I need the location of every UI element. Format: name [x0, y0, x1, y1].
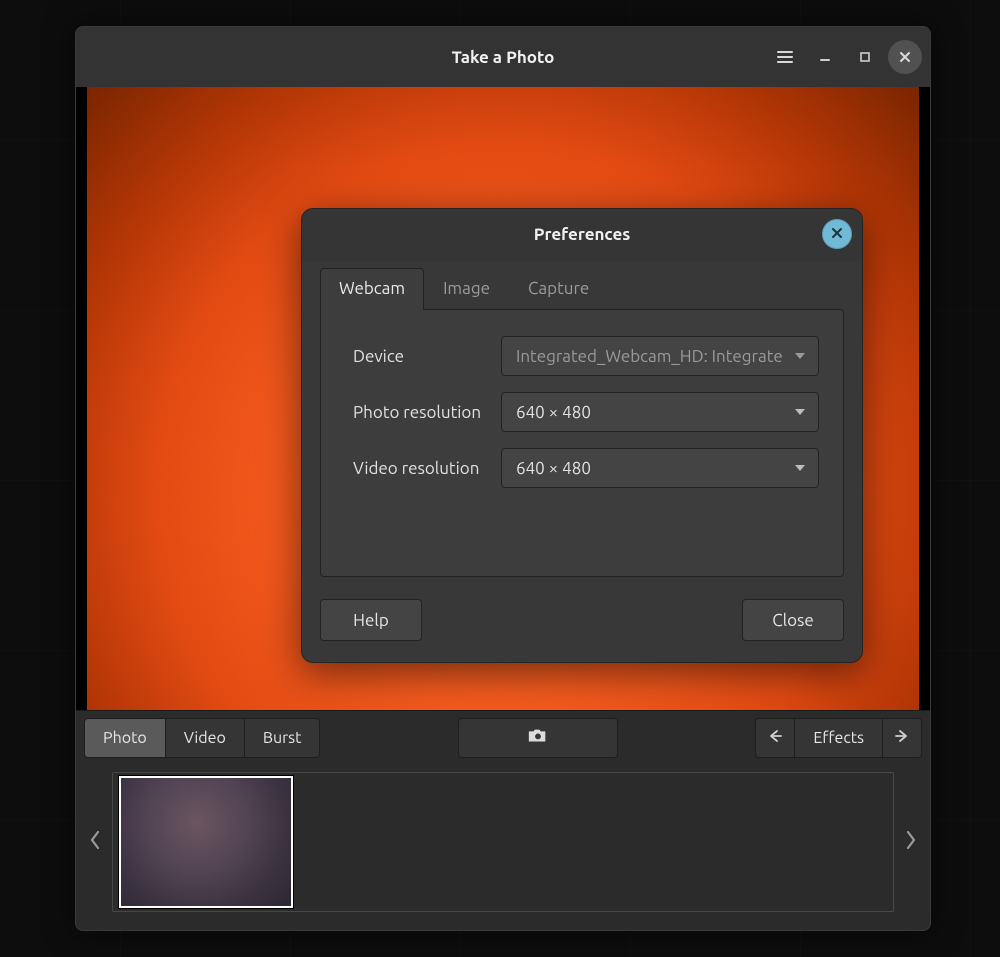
maximize-icon — [858, 50, 872, 64]
minimize-button[interactable] — [808, 40, 842, 74]
camera-icon — [527, 727, 549, 749]
preferences-dialog: Preferences Webcam Image Capture Device — [301, 208, 863, 663]
mode-burst-button[interactable]: Burst — [245, 718, 321, 758]
close-button[interactable]: Close — [742, 599, 844, 641]
dialog-close-button[interactable] — [822, 219, 852, 249]
tab-webcam[interactable]: Webcam — [320, 268, 424, 310]
tab-capture[interactable]: Capture — [509, 268, 608, 310]
select-video-resolution-value: 640 × 480 — [516, 459, 591, 478]
desktop-background: Take a Photo — [0, 0, 1000, 957]
chevron-right-icon — [904, 829, 918, 855]
chevron-down-icon — [794, 407, 806, 417]
cheese-window: Take a Photo — [75, 26, 931, 931]
close-icon — [898, 50, 912, 64]
hamburger-menu-button[interactable] — [768, 40, 802, 74]
dialog-tabbar: Webcam Image Capture — [320, 267, 844, 309]
effects-button[interactable]: Effects — [795, 718, 882, 758]
row-photo-resolution: Photo resolution 640 × 480 — [353, 384, 819, 440]
dialog-header: Preferences — [302, 209, 862, 261]
arrow-right-icon — [894, 728, 910, 748]
headerbar: Take a Photo — [76, 27, 930, 87]
tab-panel-webcam: Device Integrated_Webcam_HD: Integrate P… — [320, 309, 844, 577]
mode-photo-button[interactable]: Photo — [84, 718, 166, 758]
select-photo-resolution[interactable]: 640 × 480 — [501, 392, 819, 432]
effects-prev-button[interactable] — [755, 718, 795, 758]
tab-image[interactable]: Image — [424, 268, 509, 310]
shutter-button[interactable] — [458, 718, 618, 758]
thumbnail-strip — [76, 765, 930, 919]
thumbnail[interactable] — [119, 776, 293, 908]
thumbs-scroll-left[interactable] — [78, 765, 112, 919]
effects-next-button[interactable] — [882, 718, 922, 758]
maximize-button[interactable] — [848, 40, 882, 74]
dialog-footer: Help Close — [302, 592, 862, 662]
row-video-resolution: Video resolution 640 × 480 — [353, 440, 819, 496]
label-photo-resolution: Photo resolution — [353, 403, 501, 422]
mode-video-button[interactable]: Video — [166, 718, 245, 758]
label-device: Device — [353, 347, 501, 366]
minimize-icon — [818, 50, 832, 64]
select-video-resolution[interactable]: 640 × 480 — [501, 448, 819, 488]
thumbnail-container — [112, 772, 894, 912]
toolbar: Photo Video Burst — [76, 710, 930, 765]
chevron-down-icon — [794, 351, 806, 361]
select-device[interactable]: Integrated_Webcam_HD: Integrate — [501, 336, 819, 376]
dialog-title: Preferences — [302, 225, 862, 244]
select-photo-resolution-value: 640 × 480 — [516, 403, 591, 422]
window-close-button[interactable] — [888, 40, 922, 74]
close-icon — [831, 225, 843, 243]
chevron-left-icon — [88, 829, 102, 855]
effects-nav: Effects — [755, 718, 922, 758]
mode-switcher: Photo Video Burst — [84, 718, 320, 758]
dialog-body: Webcam Image Capture Device Integrated_W… — [302, 261, 862, 592]
help-button[interactable]: Help — [320, 599, 422, 641]
chevron-down-icon — [794, 463, 806, 473]
arrow-left-icon — [767, 728, 783, 748]
hamburger-icon — [776, 48, 794, 66]
shutter-area — [320, 718, 755, 758]
thumbs-scroll-right[interactable] — [894, 765, 928, 919]
row-device: Device Integrated_Webcam_HD: Integrate — [353, 328, 819, 384]
window-controls — [768, 40, 922, 74]
select-device-value: Integrated_Webcam_HD: Integrate — [516, 347, 783, 366]
label-video-resolution: Video resolution — [353, 459, 501, 478]
